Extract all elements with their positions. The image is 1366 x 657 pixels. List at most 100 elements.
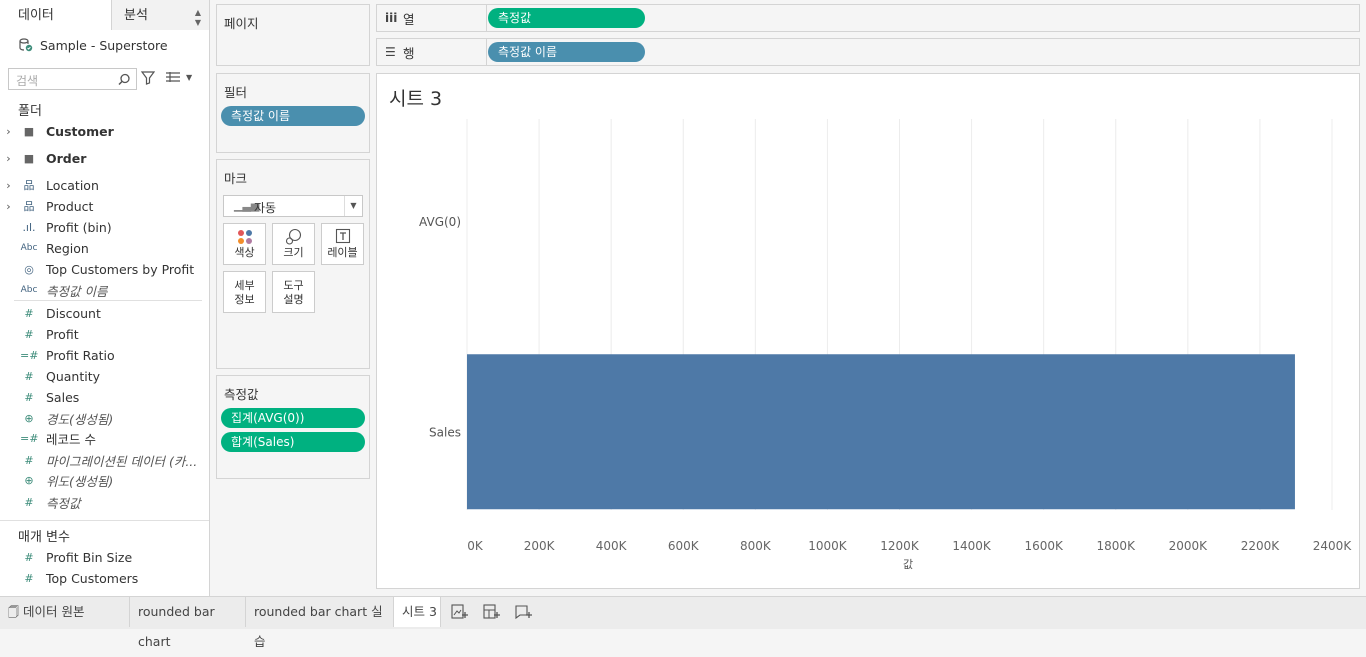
- rows-shelf[interactable]: ☰ 행 측정값 이름: [376, 38, 1360, 66]
- search-icon[interactable]: [118, 73, 131, 86]
- measure-values-card: 측정값 집계(AVG(0)) 합계(Sales): [216, 375, 370, 479]
- worksheet-view[interactable]: 시트 3 0K 200K 400K 600K 800K 1000K 1200K 1400K 16…: [376, 73, 1360, 589]
- measure-item[interactable]: # Sales: [0, 387, 209, 407]
- folder-item[interactable]: › ■ Order: [0, 148, 209, 168]
- dimension-item[interactable]: .ıl. Profit (bin): [0, 217, 209, 237]
- field-label: 경도(생성됨): [46, 411, 114, 427]
- filters-card[interactable]: 필터 측정값 이름: [216, 73, 370, 153]
- measure-item[interactable]: =# Profit Ratio: [0, 345, 209, 365]
- field-label: Discount: [46, 305, 101, 321]
- dimension-item[interactable]: ◎ Top Customers by Profit: [0, 259, 209, 279]
- columns-icon: iii: [385, 11, 398, 25]
- tab-scroll-icon[interactable]: ▲ ▼: [195, 0, 201, 28]
- x-tick-label: 1400K: [952, 539, 992, 553]
- tab-analysis[interactable]: 분석 ▲ ▼: [112, 0, 209, 30]
- new-story-icon[interactable]: [515, 604, 533, 620]
- search-field[interactable]: 검색: [8, 68, 137, 90]
- chevron-right-icon[interactable]: ›: [0, 125, 14, 138]
- sheet-tab-2[interactable]: rounded bar chart 실습: [246, 597, 394, 649]
- datasource-icon: [19, 38, 33, 52]
- new-worksheet-icon[interactable]: [451, 604, 469, 620]
- columns-pill-measure-values[interactable]: 측정값: [488, 8, 645, 28]
- chevron-down-icon[interactable]: ▼: [344, 196, 362, 216]
- label-button[interactable]: 레이블: [321, 223, 364, 265]
- measure-item[interactable]: ⊕ 위도(생성됨): [0, 470, 209, 490]
- abc-icon: Abc: [20, 285, 38, 295]
- bar-chart[interactable]: 0K 200K 400K 600K 800K 1000K 1200K 1400K 1600K 18…: [377, 74, 1361, 590]
- measure-item[interactable]: # Discount: [0, 303, 209, 323]
- field-label: 위도(생성됨): [46, 473, 114, 489]
- label-icon: [335, 228, 350, 244]
- dimension-item[interactable]: › 品 Location: [0, 175, 209, 195]
- measure-item[interactable]: ⊕ 경도(생성됨): [0, 408, 209, 428]
- rows-pill-measure-names[interactable]: 측정값 이름: [488, 42, 645, 62]
- chevron-right-icon[interactable]: ›: [0, 152, 14, 165]
- dimension-item[interactable]: Abc Region: [0, 238, 209, 258]
- globe-icon: ⊕: [24, 411, 34, 425]
- measure-item[interactable]: =# 레코드 수: [0, 428, 209, 448]
- parameter-item[interactable]: # Top Customers: [0, 568, 209, 588]
- measure-item[interactable]: # Profit: [0, 324, 209, 344]
- field-label: Top Customers by Profit: [46, 261, 195, 277]
- measure-pill-avg0[interactable]: 집계(AVG(0)): [221, 408, 365, 428]
- size-icon: [285, 228, 301, 245]
- new-dashboard-icon[interactable]: [483, 604, 501, 620]
- chevron-right-icon[interactable]: ›: [0, 200, 14, 213]
- measure-item[interactable]: # 측정값: [0, 492, 209, 512]
- filter-pill-measure-names[interactable]: 측정값 이름: [221, 106, 365, 126]
- x-tick-label: 600K: [668, 539, 700, 553]
- x-tick-label: 0K: [467, 539, 484, 553]
- view-options-icon[interactable]: ▼: [166, 72, 192, 82]
- mark-type-value: 자동: [254, 201, 277, 215]
- sheet-tab-bar: 🗍 데이터 원본 rounded bar chart rounded bar c…: [0, 596, 1366, 649]
- field-label: Profit Ratio: [46, 347, 115, 363]
- database-icon: 🗍: [8, 606, 19, 619]
- calc-number-icon: =#: [20, 431, 39, 445]
- search-placeholder: 검색: [16, 74, 39, 88]
- size-button[interactable]: 크기: [272, 223, 315, 265]
- tab-analysis-label: 분석: [124, 8, 148, 23]
- data-source[interactable]: Sample - Superstore: [18, 36, 168, 54]
- pages-card[interactable]: 페이지: [216, 4, 370, 66]
- measure-pill-sales[interactable]: 합계(Sales): [221, 432, 365, 452]
- hierarchy-icon: 品: [23, 179, 35, 192]
- sheet-tab-1[interactable]: rounded bar chart: [130, 597, 246, 649]
- folder-icon: ■: [23, 151, 35, 165]
- tab-data[interactable]: 데이터: [0, 0, 112, 30]
- pages-card-title: 페이지: [224, 16, 259, 31]
- detail-button[interactable]: 세부 정보: [223, 271, 266, 313]
- tab-data-source[interactable]: 🗍 데이터 원본: [0, 597, 130, 627]
- dimension-item[interactable]: Abc 측정값 이름: [0, 280, 209, 300]
- measure-item[interactable]: # 마이그레이션된 데이터 (카...: [0, 450, 209, 470]
- measure-item[interactable]: # Quantity: [0, 366, 209, 386]
- color-label: 색상: [234, 246, 255, 259]
- x-tick-label: 800K: [740, 539, 772, 553]
- folder-item[interactable]: › ■ Customer: [0, 121, 209, 141]
- columns-shelf-header: iii 열: [377, 5, 487, 31]
- number-icon: #: [24, 306, 34, 320]
- sheet-tab-3[interactable]: 시트 3: [394, 597, 441, 627]
- field-label: 측정값: [46, 495, 81, 511]
- folders-header: 폴더: [18, 104, 42, 119]
- x-tick-label: 1000K: [808, 539, 848, 553]
- x-tick-label: 200K: [524, 539, 556, 553]
- rows-shelf-header: ☰ 행: [377, 39, 487, 65]
- tooltip-button[interactable]: 도구 설명: [272, 271, 315, 313]
- tab-data-source-label: 데이터 원본: [22, 604, 85, 619]
- x-tick-label: 2000K: [1169, 539, 1209, 553]
- chevron-right-icon[interactable]: ›: [0, 179, 14, 192]
- tooltip-label: 도구 설명: [283, 279, 304, 306]
- columns-shelf[interactable]: iii 열 측정값: [376, 4, 1360, 32]
- mark-type-dropdown[interactable]: ▁▃▅ 자동 ▼: [223, 195, 363, 217]
- x-tick-label: 2200K: [1241, 539, 1281, 553]
- color-button[interactable]: 색상: [223, 223, 266, 265]
- color-icon: [237, 230, 252, 244]
- marks-card-title: 마크: [224, 171, 248, 186]
- dimension-item[interactable]: › 品 Product: [0, 196, 209, 216]
- filter-icon[interactable]: [141, 71, 155, 85]
- parameter-item[interactable]: # Profit Bin Size: [0, 547, 209, 567]
- bar[interactable]: [467, 354, 1295, 510]
- columns-shelf-label: 열: [403, 11, 415, 27]
- label-label: 레이블: [327, 246, 358, 259]
- field-label: Profit: [46, 326, 79, 342]
